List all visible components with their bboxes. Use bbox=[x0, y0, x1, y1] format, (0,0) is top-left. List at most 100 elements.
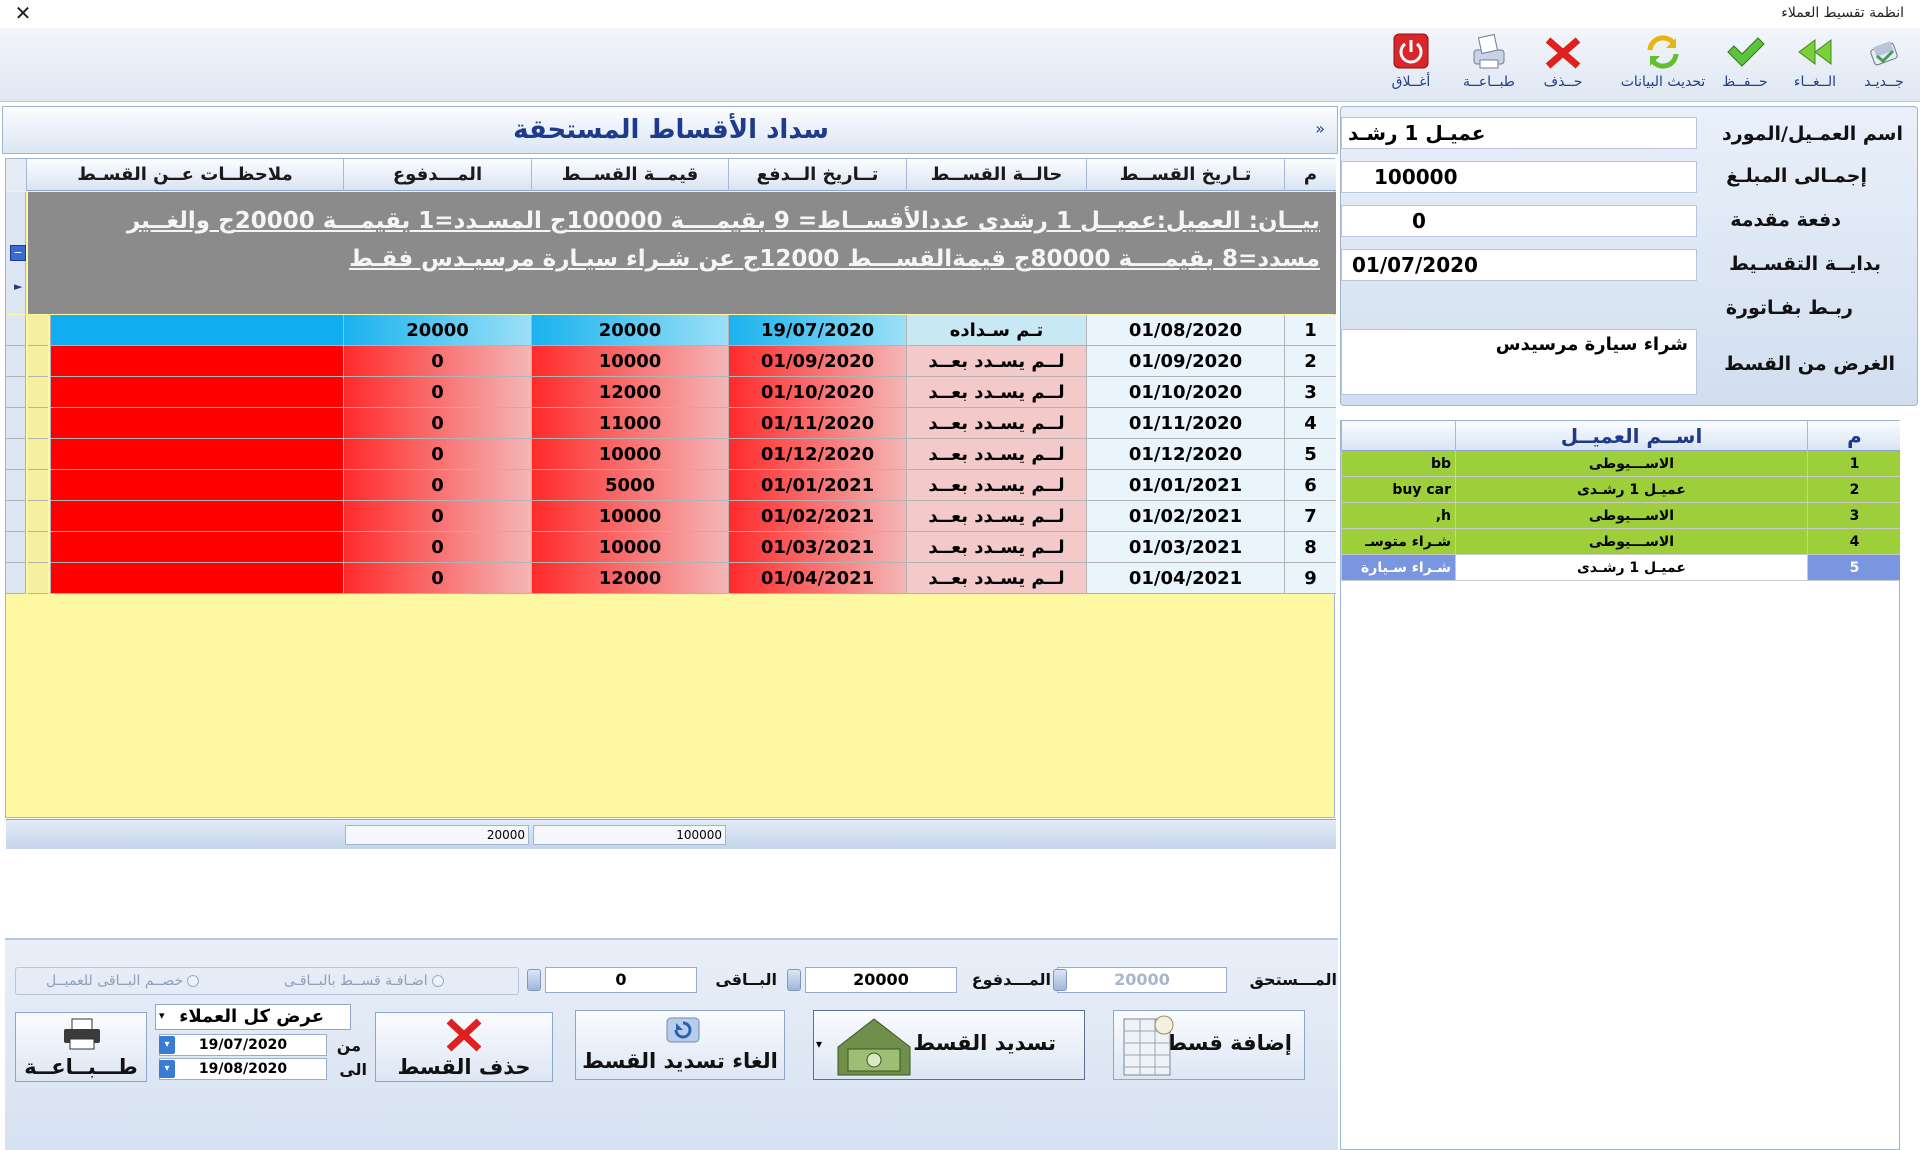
cell-value[interactable]: 12000 bbox=[531, 377, 728, 408]
cell-number[interactable]: 4 bbox=[1284, 408, 1336, 439]
cell-paid[interactable]: 0 bbox=[343, 470, 531, 501]
cell-paid[interactable]: 0 bbox=[343, 532, 531, 563]
column-header-notes[interactable]: ملاحظــات عــن القسـط bbox=[26, 159, 343, 191]
customer-row[interactable]: 2 عميـل 1 رشـدى buy car bbox=[1341, 477, 1901, 503]
cell-paid-date[interactable]: 01/01/2021 bbox=[728, 470, 906, 501]
customer-name-field[interactable]: عميـل 1 رشـد bbox=[1341, 117, 1697, 149]
cell-status[interactable]: لــم يسـدد بعــد bbox=[906, 408, 1086, 439]
paid-field[interactable]: 20000 bbox=[805, 967, 957, 993]
row-selector[interactable] bbox=[6, 563, 26, 594]
customer-filter-select[interactable]: عرض كل العملاء ▾ bbox=[155, 1004, 351, 1030]
add-installment-button[interactable]: إضافة قسط bbox=[1113, 1010, 1305, 1080]
customer-cell-number[interactable]: 3 bbox=[1807, 503, 1901, 529]
cell-status[interactable]: لــم يسـدد بعــد bbox=[906, 346, 1086, 377]
cell-number[interactable]: 3 bbox=[1284, 377, 1336, 408]
purpose-field[interactable]: شراء سيارة مرسيدس bbox=[1341, 329, 1697, 395]
table-row[interactable]: 7 01/02/2021 لــم يسـدد بعــد 01/02/2021 100… bbox=[6, 501, 1336, 532]
cell-paid-date[interactable]: 19/07/2020 bbox=[728, 315, 906, 346]
customer-cell-note[interactable]: bb bbox=[1341, 451, 1455, 477]
cell-status[interactable]: لــم يسـدد بعــد bbox=[906, 532, 1086, 563]
cell-paid[interactable]: 0 bbox=[343, 563, 531, 594]
cell-notes[interactable] bbox=[50, 346, 343, 377]
customer-row[interactable]: 5 عميـل 1 رشـدى شـراء سـيارة bbox=[1341, 555, 1901, 581]
cell-value[interactable]: 12000 bbox=[531, 563, 728, 594]
cell-notes[interactable] bbox=[50, 501, 343, 532]
print-button[interactable]: طبــاعــة bbox=[1452, 32, 1526, 98]
cell-notes[interactable] bbox=[50, 470, 343, 501]
calendar-dropdown-icon[interactable]: ▾ bbox=[159, 1036, 175, 1054]
cell-status[interactable]: لــم يسـدد بعــد bbox=[906, 501, 1086, 532]
cell-status[interactable]: تـم سـداده bbox=[906, 315, 1086, 346]
customer-row[interactable]: 1 الاســـيوطى bb bbox=[1341, 451, 1901, 477]
group-expand-icon[interactable]: − bbox=[10, 245, 26, 261]
customer-cell-name[interactable]: الاســـيوطى bbox=[1455, 503, 1807, 529]
customers-column-number[interactable]: م bbox=[1807, 421, 1901, 451]
cell-notes[interactable] bbox=[50, 532, 343, 563]
customer-cell-name[interactable]: الاســـيوطى bbox=[1455, 451, 1807, 477]
cell-value[interactable]: 10000 bbox=[531, 439, 728, 470]
cell-due-date[interactable]: 01/01/2021 bbox=[1086, 470, 1284, 501]
customers-grid[interactable]: م اســم العميــل 1 الاســـيوطى bb 2 عميـل 1 … bbox=[1340, 420, 1901, 1150]
cell-paid[interactable]: 0 bbox=[343, 346, 531, 377]
column-header-status[interactable]: حالــة القســط bbox=[906, 159, 1086, 191]
customer-cell-note[interactable]: h, bbox=[1341, 503, 1455, 529]
row-selector[interactable] bbox=[6, 439, 26, 470]
cell-paid[interactable]: 0 bbox=[343, 439, 531, 470]
cell-due-date[interactable]: 01/09/2020 bbox=[1086, 346, 1284, 377]
cell-due-date[interactable]: 01/02/2021 bbox=[1086, 501, 1284, 532]
radio-add-installment[interactable]: اضـافـة قســط بالبــاقـى bbox=[284, 973, 444, 989]
cell-status[interactable]: لــم يسـدد بعــد bbox=[906, 470, 1086, 501]
radio-deduct-remaining[interactable]: خصــم البــاقى للعميــل bbox=[46, 973, 200, 989]
customer-row[interactable]: 3 الاســـيوطى h, bbox=[1341, 503, 1901, 529]
column-header-value[interactable]: قيمــة القســط bbox=[531, 159, 728, 191]
cell-paid-date[interactable]: 01/12/2020 bbox=[728, 439, 906, 470]
print-report-button[interactable]: طـــبــاعــة bbox=[15, 1012, 147, 1082]
cell-paid-date[interactable]: 01/11/2020 bbox=[728, 408, 906, 439]
delete-button[interactable]: حــذف bbox=[1530, 32, 1596, 98]
cell-notes[interactable] bbox=[50, 439, 343, 470]
cell-paid[interactable]: 0 bbox=[343, 501, 531, 532]
cell-notes[interactable] bbox=[50, 315, 343, 346]
collapse-icon[interactable]: » bbox=[1315, 119, 1325, 138]
cell-due-date[interactable]: 01/03/2021 bbox=[1086, 532, 1284, 563]
cell-paid-date[interactable]: 01/03/2021 bbox=[728, 532, 906, 563]
row-selector[interactable] bbox=[6, 377, 26, 408]
cell-number[interactable]: 1 bbox=[1284, 315, 1336, 346]
column-header-date[interactable]: تـاريخ القســط bbox=[1086, 159, 1284, 191]
installments-grid[interactable]: م تـاريخ القســط حالــة القســط تــاريخ … bbox=[5, 158, 1336, 849]
cell-number[interactable]: 9 bbox=[1284, 563, 1336, 594]
save-button[interactable]: حــفــظ bbox=[1714, 32, 1776, 98]
new-button[interactable]: جــديـد bbox=[1852, 32, 1916, 98]
customer-cell-name[interactable]: عميـل 1 رشـدى bbox=[1455, 477, 1807, 503]
cell-status[interactable]: لــم يسـدد بعــد bbox=[906, 563, 1086, 594]
customer-cell-name[interactable]: عميـل 1 رشـدى bbox=[1455, 555, 1807, 581]
due-spin-icon[interactable] bbox=[1053, 969, 1067, 991]
cell-paid[interactable]: 0 bbox=[343, 377, 531, 408]
cell-status[interactable]: لــم يسـدد بعــد bbox=[906, 439, 1086, 470]
cell-paid-date[interactable]: 01/10/2020 bbox=[728, 377, 906, 408]
customer-cell-note[interactable]: شـراء متوسـ bbox=[1341, 529, 1455, 555]
customer-cell-note[interactable]: شـراء سـيارة bbox=[1341, 555, 1455, 581]
cell-value[interactable]: 10000 bbox=[531, 532, 728, 563]
total-amount-field[interactable]: 100000 bbox=[1341, 161, 1697, 193]
customers-column-note[interactable] bbox=[1341, 421, 1455, 451]
row-selector[interactable] bbox=[6, 346, 26, 377]
calendar-dropdown-icon[interactable]: ▾ bbox=[159, 1060, 175, 1078]
customers-column-name[interactable]: اســم العميــل bbox=[1455, 421, 1807, 451]
cell-paid[interactable]: 0 bbox=[343, 408, 531, 439]
cell-number[interactable]: 5 bbox=[1284, 439, 1336, 470]
down-payment-field[interactable]: 0 bbox=[1341, 205, 1697, 237]
row-selector[interactable] bbox=[6, 501, 26, 532]
customer-cell-number[interactable]: 5 bbox=[1807, 555, 1901, 581]
cell-notes[interactable] bbox=[50, 408, 343, 439]
cell-due-date[interactable]: 01/10/2020 bbox=[1086, 377, 1284, 408]
from-date-field[interactable]: 19/07/2020 bbox=[159, 1034, 327, 1056]
remaining-spin-icon[interactable] bbox=[527, 969, 541, 991]
cell-value[interactable]: 10000 bbox=[531, 346, 728, 377]
cell-paid-date[interactable]: 01/02/2021 bbox=[728, 501, 906, 532]
remaining-field[interactable]: 0 bbox=[545, 967, 697, 993]
customer-cell-note[interactable]: buy car bbox=[1341, 477, 1455, 503]
due-field[interactable]: 20000 bbox=[1057, 967, 1227, 993]
cell-number[interactable]: 7 bbox=[1284, 501, 1336, 532]
column-header-paid-date[interactable]: تــاريخ الــدفع bbox=[728, 159, 906, 191]
